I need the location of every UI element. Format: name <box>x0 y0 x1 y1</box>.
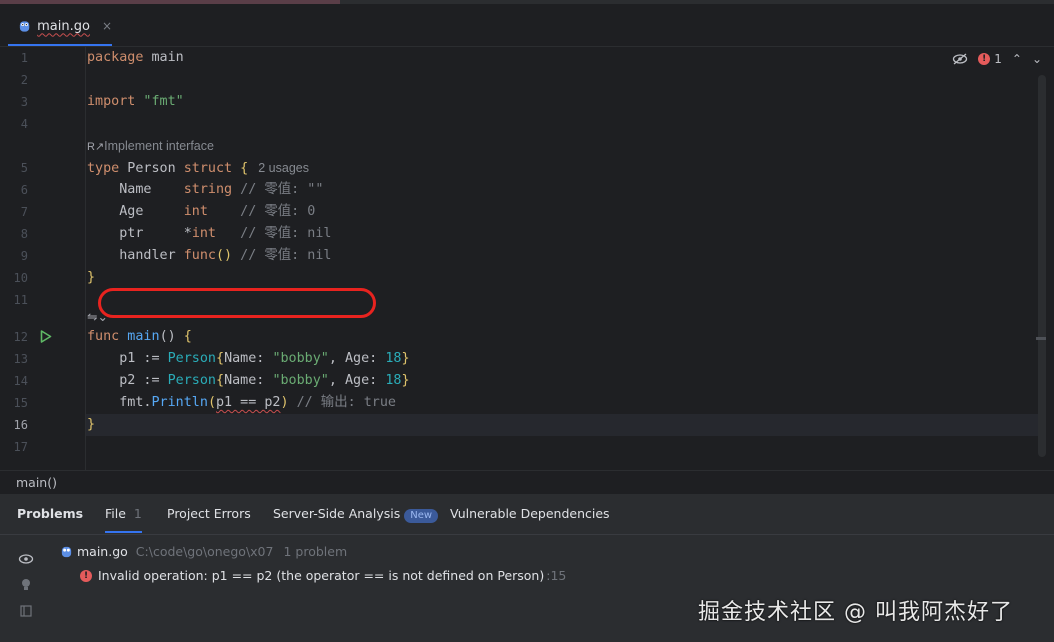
error-squiggle: p1 == p2 <box>216 395 281 410</box>
line-number: 12 <box>13 330 28 344</box>
line-number: 9 <box>20 249 28 263</box>
chevron-up-icon[interactable]: ⌃ <box>1012 52 1022 66</box>
tab-project-errors[interactable]: Project Errors <box>167 506 251 521</box>
error-location: :15 <box>546 568 567 583</box>
code-area[interactable]: package main import "fmt" R↗Implement in… <box>87 47 1047 470</box>
problems-toolbar <box>16 546 36 624</box>
problems-tab-bar: Problems File 1 Project Errors Server-Sid… <box>0 494 1054 535</box>
tab-server-side-analysis[interactable]: Server-Side Analysis New <box>273 506 439 523</box>
code-line-3: import "fmt" <box>87 94 184 109</box>
tab-file[interactable]: File 1 <box>105 506 142 533</box>
line-number: 11 <box>13 293 28 307</box>
code-line-6: Name string // 零值: "" <box>87 182 324 197</box>
reader-mode-icon[interactable] <box>952 53 968 65</box>
code-line-7: Age int // 零值: 0 <box>87 204 316 219</box>
tab-filename: main.go <box>37 18 90 34</box>
code-line-15: fmt.Println(p1 == p2) // 输出: true <box>87 395 396 410</box>
problems-title: Problems <box>17 506 84 521</box>
error-icon: ! <box>80 569 92 582</box>
editor-inspection-widget: ! 1 ⌃ ⌄ <box>952 52 1042 66</box>
problem-file-row[interactable]: main.go C:\code\go\onego\x07 1 problem <box>60 544 347 559</box>
line-number: 1 <box>20 51 28 65</box>
chevron-down-icon[interactable]: ⌄ <box>1032 52 1042 66</box>
code-editor[interactable]: 1 2 3 4 5 6 7 8 9 10 11 12 13 14 15 16 1… <box>0 47 1054 470</box>
usages-hint: 2 usages <box>258 161 309 175</box>
code-line-5: type Person struct {2 usages <box>87 161 309 176</box>
go-file-icon <box>19 21 30 32</box>
tab-main-go[interactable]: main.go × <box>8 8 112 46</box>
problem-error-row[interactable]: ! Invalid operation: p1 == p2 (the opera… <box>80 568 566 583</box>
eye-icon[interactable] <box>16 546 36 572</box>
line-number: 6 <box>20 183 28 197</box>
line-number: 17 <box>13 440 28 454</box>
lightbulb-icon[interactable] <box>16 572 36 598</box>
implement-icon: R↗ <box>87 141 105 153</box>
problem-file-name: main.go <box>77 544 128 559</box>
error-message: Invalid operation: p1 == p2 (the operato… <box>98 568 545 583</box>
breadcrumb-item[interactable]: main() <box>16 475 57 490</box>
new-badge: New <box>404 509 439 523</box>
line-number: 14 <box>13 374 28 388</box>
line-number: 8 <box>20 227 28 241</box>
problem-count: 1 problem <box>283 544 348 559</box>
error-count-badge[interactable]: ! 1 <box>978 52 1002 66</box>
code-line-12: func main() { <box>87 329 192 344</box>
code-line-10: } <box>87 270 96 285</box>
line-number: 15 <box>13 396 28 410</box>
watermark: 掘金技术社区 @ 叫我阿杰好了 <box>698 600 1013 625</box>
line-number: 2 <box>20 73 28 87</box>
editor-tab-bar: main.go × <box>0 4 1054 47</box>
code-line-8: ptr *int // 零值: nil <box>87 226 332 241</box>
breadcrumb: main() <box>0 470 1054 495</box>
code-line-1: package main <box>87 50 184 65</box>
error-icon: ! <box>978 53 991 65</box>
line-number: 4 <box>20 117 28 131</box>
run-icon[interactable] <box>40 330 52 343</box>
highlight-annotation-oval <box>98 288 376 318</box>
code-line-9: handler func() // 零值: nil <box>87 248 332 263</box>
line-gutter: 1 2 3 4 5 6 7 8 9 10 11 12 13 14 15 16 1… <box>0 47 86 470</box>
line-number: 3 <box>20 95 28 109</box>
code-line-13: p1 := Person{Name: "bobby", Age: 18} <box>87 351 410 366</box>
line-number: 5 <box>20 161 28 175</box>
problem-file-path: C:\code\go\onego\x07 <box>135 544 274 559</box>
tab-vulnerable-dependencies[interactable]: Vulnerable Dependencies <box>450 506 610 521</box>
implement-interface-hint[interactable]: R↗Implement interface <box>87 139 214 153</box>
code-line-16: } <box>87 417 96 432</box>
editor-scrollbar[interactable] <box>1036 75 1046 457</box>
line-number: 7 <box>20 205 28 219</box>
tab-close-icon[interactable]: × <box>102 19 112 33</box>
line-number: 10 <box>13 271 28 285</box>
line-number: 16 <box>13 418 28 432</box>
scrollbar-error-mark <box>1036 337 1046 340</box>
preview-icon[interactable] <box>16 598 36 624</box>
code-line-14: p2 := Person{Name: "bobby", Age: 18} <box>87 373 410 388</box>
go-file-icon <box>61 546 72 558</box>
line-number: 13 <box>13 352 28 366</box>
